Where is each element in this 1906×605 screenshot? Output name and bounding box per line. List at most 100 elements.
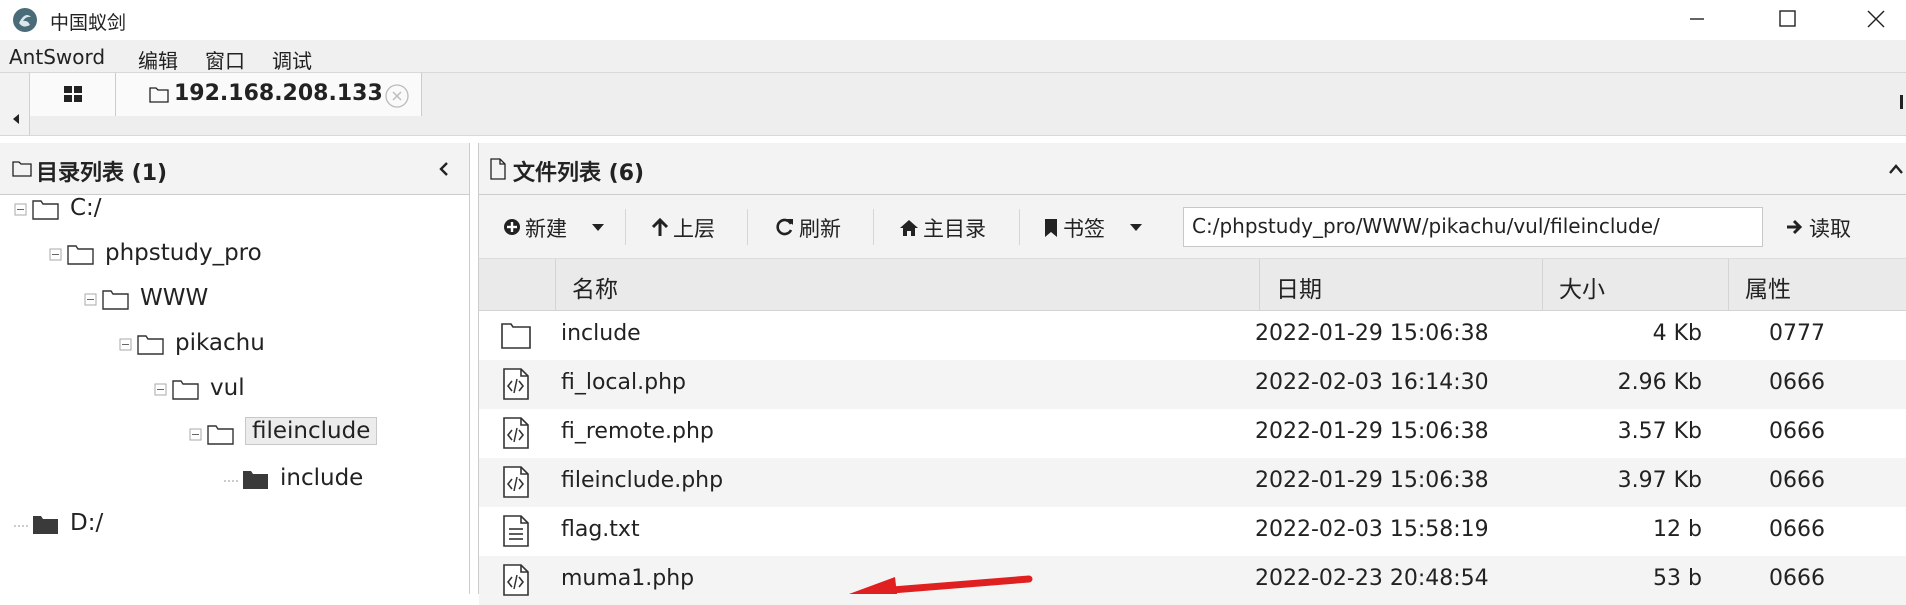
file-attr-cell: 0666	[1769, 468, 1825, 493]
folder-open-icon	[137, 335, 164, 355]
folder-icon	[12, 161, 32, 177]
tree-item-label[interactable]: phpstudy_pro	[105, 240, 262, 266]
read-button-label: 读取	[1809, 217, 1851, 241]
file-attr-cell: 0666	[1769, 370, 1825, 395]
tree-item-label[interactable]: C:/	[70, 195, 102, 221]
tree-item[interactable]: WWW	[84, 283, 504, 317]
collapse-toggle-icon[interactable]	[189, 428, 203, 442]
home-button[interactable]: 主目录	[899, 209, 999, 245]
file-size-cell: 4 Kb	[1652, 321, 1702, 346]
icon-column-header	[479, 259, 555, 311]
folder-open-icon	[172, 380, 199, 400]
table-row[interactable]: fileinclude.php 2022-01-29 15:06:38 3.97 K…	[479, 458, 1906, 507]
tree-connector	[14, 525, 28, 527]
file-attr-cell: 0777	[1769, 321, 1825, 346]
tab-file-manager[interactable]: 192.168.208.133	[116, 73, 422, 116]
tree-item[interactable]: pikachu	[119, 328, 539, 362]
file-size-cell: 2.96 Kb	[1617, 370, 1702, 395]
toolbar-divider	[873, 209, 874, 245]
file-date-cell: 2022-01-29 15:06:38	[1255, 468, 1489, 493]
tree-item[interactable]: phpstudy_pro	[49, 238, 469, 272]
file-toolbar: 新建 上层 刷新 主目录 书签 C:/phpstudy_pro/WWW/pika…	[479, 195, 1906, 259]
close-window-button[interactable]	[1832, 0, 1906, 40]
collapse-toggle-icon[interactable]	[154, 383, 168, 397]
tab-label: 192.168.208.133	[174, 81, 383, 106]
up-button[interactable]: 上层	[651, 209, 731, 245]
collapse-toggle-icon[interactable]	[84, 293, 98, 307]
column-size[interactable]: 大小	[1542, 259, 1728, 311]
bookmark-button-label: 书签	[1063, 217, 1105, 241]
maximize-button[interactable]	[1742, 0, 1832, 40]
tree-item[interactable]: D:/	[14, 508, 434, 542]
tree-item[interactable]: C:/	[14, 193, 434, 227]
title-bar: 中国蚁剑	[0, 0, 1906, 40]
folder-open-icon	[32, 200, 59, 220]
file-size-cell: 53 b	[1653, 566, 1702, 591]
menu-edit[interactable]: 编辑	[138, 45, 178, 74]
table-row[interactable]: muma1.php 2022-02-23 20:48:54 53 b 0666	[479, 556, 1906, 605]
tree-item-label[interactable]: include	[280, 465, 363, 491]
toolbar-divider	[625, 209, 626, 245]
table-row[interactable]: include 2022-01-29 15:06:38 4 Kb 0777	[479, 311, 1906, 360]
new-button[interactable]: 新建	[503, 209, 611, 245]
tree-item-label[interactable]: WWW	[140, 285, 208, 311]
collapse-toggle-icon[interactable]	[14, 203, 28, 217]
tab-scroll-right-button[interactable]	[1894, 87, 1906, 115]
directory-panel-header: 目录列表 (1)	[0, 143, 469, 195]
file-name-cell: include	[561, 321, 641, 346]
tree-item-label[interactable]: fileinclude	[245, 417, 378, 445]
text-file-icon	[503, 515, 529, 547]
tab-close-icon[interactable]	[384, 83, 410, 109]
file-name-cell: muma1.php	[561, 566, 695, 591]
column-name[interactable]: 名称	[555, 259, 1259, 311]
window-title: 中国蚁剑	[50, 12, 127, 34]
grid-icon	[64, 86, 82, 102]
chevron-down-icon	[592, 224, 604, 231]
close-icon	[1867, 10, 1885, 28]
bookmark-button[interactable]: 书签	[1043, 209, 1153, 245]
file-date-cell: 2022-02-23 20:48:54	[1255, 566, 1489, 591]
collapse-toggle-icon[interactable]	[119, 338, 133, 352]
path-input[interactable]: C:/phpstudy_pro/WWW/pikachu/vul/fileincl…	[1183, 207, 1763, 247]
table-row[interactable]: fi_local.php 2022-02-03 16:14:30 2.96 Kb 06…	[479, 360, 1906, 409]
annotation-arrow-icon	[849, 575, 1033, 594]
tree-item-label[interactable]: D:/	[70, 510, 103, 536]
caret-left-icon	[13, 114, 19, 124]
collapse-up-icon[interactable]	[1887, 161, 1905, 177]
up-button-label: 上层	[673, 217, 715, 241]
home-button-label: 主目录	[923, 217, 986, 241]
tab-scroll-left-button[interactable]	[0, 73, 30, 135]
tree-item-label[interactable]: vul	[210, 375, 245, 401]
folder-icon	[501, 323, 531, 349]
toolbar-divider	[1019, 209, 1020, 245]
menu-bar: AntSword 编辑 窗口 调试	[0, 40, 1906, 74]
plus-circle-icon	[504, 219, 520, 235]
collapse-toggle-icon[interactable]	[49, 248, 63, 262]
file-attr-cell: 0666	[1769, 517, 1825, 542]
new-button-label: 新建	[525, 217, 567, 241]
file-size-cell: 3.97 Kb	[1617, 468, 1702, 493]
code-file-icon	[503, 368, 529, 400]
minimize-button[interactable]	[1652, 0, 1742, 40]
tab-dashboard[interactable]	[30, 73, 116, 116]
bookmark-icon	[1045, 219, 1057, 237]
file-size-cell: 3.57 Kb	[1617, 419, 1702, 444]
refresh-button[interactable]: 刷新	[775, 209, 859, 245]
menu-antsword[interactable]: AntSword	[9, 45, 105, 69]
file-date-cell: 2022-01-29 15:06:38	[1255, 321, 1489, 346]
table-row[interactable]: flag.txt 2022-02-03 15:58:19 12 b 0666	[479, 507, 1906, 556]
menu-window[interactable]: 窗口	[205, 45, 245, 74]
tree-item-label[interactable]: pikachu	[175, 330, 265, 356]
maximize-icon	[1779, 10, 1796, 27]
column-date[interactable]: 日期	[1259, 259, 1542, 311]
column-attributes[interactable]: 属性	[1728, 259, 1906, 311]
file-name-cell: fi_remote.php	[561, 419, 714, 444]
folder-open-icon	[102, 290, 129, 310]
menu-debug[interactable]: 调试	[272, 45, 312, 74]
file-date-cell: 2022-02-03 15:58:19	[1255, 517, 1489, 542]
file-date-cell: 2022-01-29 15:06:38	[1255, 419, 1489, 444]
read-button[interactable]: 读取	[1785, 209, 1875, 245]
collapse-panel-icon[interactable]	[436, 160, 452, 178]
table-row[interactable]: fi_remote.php 2022-01-29 15:06:38 3.57 Kb 0…	[479, 409, 1906, 458]
refresh-button-label: 刷新	[799, 217, 841, 241]
